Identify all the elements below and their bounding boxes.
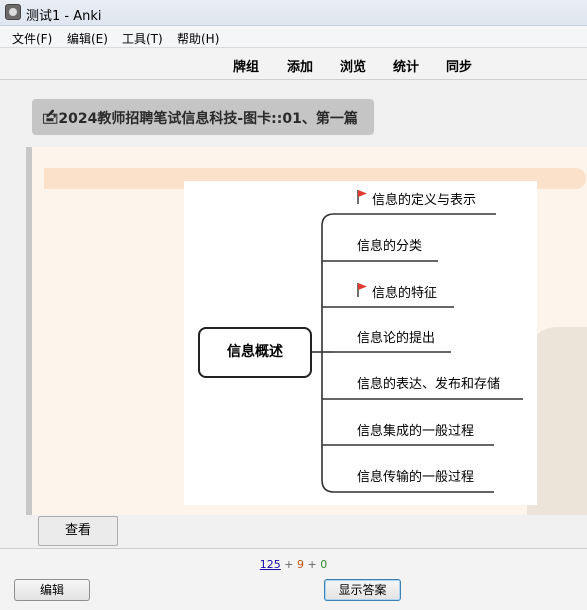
flag-icon	[357, 283, 367, 297]
new-count: 125	[259, 558, 281, 571]
mindmap-central-node: 信息概述	[198, 327, 312, 378]
show-answer-button[interactable]: 显示答案	[324, 579, 401, 601]
mindmap-branch: 信息传输的一般过程	[357, 470, 475, 485]
branch-spine	[321, 213, 335, 493]
mindmap-branch: 信息的特征	[372, 286, 438, 301]
edit-button[interactable]: 编辑	[14, 579, 90, 601]
mindmap-branch: 信息的分类	[357, 239, 423, 254]
mindmap-branch: 信息的表达、发布和存储	[357, 377, 501, 392]
flag-icon	[357, 190, 367, 204]
mindmap-branch: 信息集成的一般过程	[357, 424, 475, 439]
reveal-button[interactable]: 查看	[38, 516, 118, 546]
review-count: 0	[320, 558, 328, 571]
count-separator: +	[284, 558, 294, 571]
learning-count: 9	[297, 558, 304, 571]
due-counts: 125 + 9 + 0	[0, 558, 587, 571]
mindmap-branch: 信息的定义与表示	[372, 193, 477, 208]
mindmap-branch: 信息论的提出	[357, 331, 436, 346]
count-separator: +	[307, 558, 317, 571]
